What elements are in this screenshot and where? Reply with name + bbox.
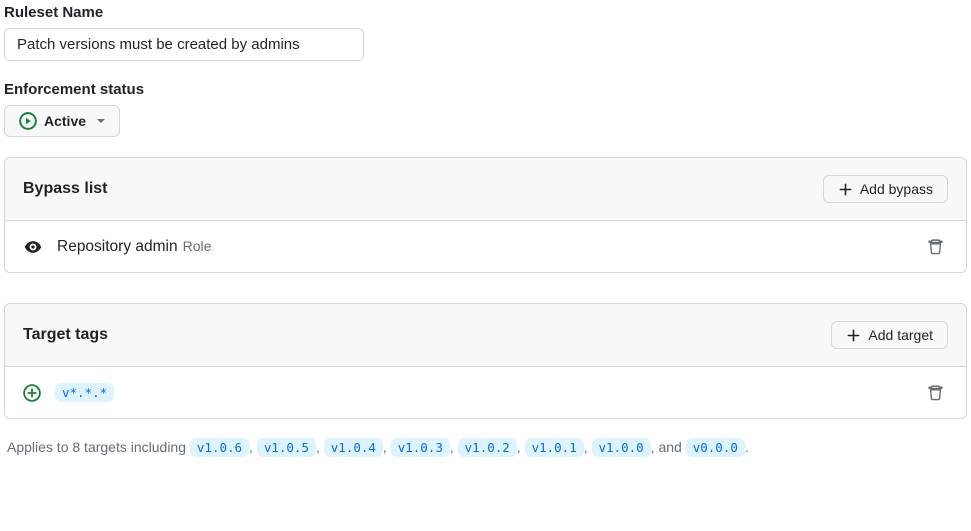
enforcement-section: Enforcement status Active bbox=[4, 81, 967, 137]
add-target-button[interactable]: Add target bbox=[831, 321, 948, 349]
bypass-panel: Bypass list Add bypass Repository adminR… bbox=[4, 157, 967, 273]
enforcement-status-text: Active bbox=[44, 113, 86, 129]
footer-tag-chip: v1.0.3 bbox=[391, 438, 450, 457]
enforcement-label: Enforcement status bbox=[4, 81, 967, 98]
targets-panel-header: Target tags Add target bbox=[5, 304, 966, 367]
delete-bypass-button[interactable] bbox=[923, 234, 948, 259]
eye-icon bbox=[23, 237, 43, 257]
target-pattern-chip[interactable]: v*.*.* bbox=[55, 383, 114, 402]
footer-tag-chip: v0.0.0 bbox=[686, 438, 745, 457]
bypass-panel-header: Bypass list Add bypass bbox=[5, 158, 966, 221]
trash-icon bbox=[927, 384, 944, 401]
delete-target-button[interactable] bbox=[923, 380, 948, 405]
bypass-item-name: Repository adminRole bbox=[57, 238, 211, 256]
ruleset-name-input[interactable] bbox=[4, 28, 364, 61]
target-row: v*.*.* bbox=[5, 367, 966, 418]
targets-footer: Applies to 8 targets including v1.0.6, v… bbox=[4, 427, 967, 468]
plus-circle-icon bbox=[23, 384, 41, 402]
footer-tag-chip: v1.0.6 bbox=[190, 438, 249, 457]
add-bypass-label: Add bypass bbox=[860, 181, 933, 197]
bypass-item-meta: Role bbox=[183, 238, 212, 254]
targets-title: Target tags bbox=[23, 326, 108, 344]
target-row-left: v*.*.* bbox=[23, 383, 114, 402]
footer-tag-chip: v1.0.2 bbox=[458, 438, 517, 457]
trash-icon bbox=[927, 238, 944, 255]
footer-tag-list: v1.0.6, v1.0.5, v1.0.4, v1.0.3, v1.0.2, … bbox=[190, 439, 749, 455]
chevron-down-icon bbox=[97, 119, 105, 123]
plus-icon bbox=[846, 328, 861, 343]
footer-tag-chip: v1.0.1 bbox=[525, 438, 584, 457]
footer-tag-chip: v1.0.5 bbox=[257, 438, 316, 457]
ruleset-name-section: Ruleset Name bbox=[4, 4, 967, 61]
bypass-row-left: Repository adminRole bbox=[23, 237, 211, 257]
ruleset-name-label: Ruleset Name bbox=[4, 4, 967, 21]
bypass-row: Repository adminRole bbox=[5, 221, 966, 272]
add-target-label: Add target bbox=[868, 327, 933, 343]
footer-tag-chip: v1.0.4 bbox=[324, 438, 383, 457]
enforcement-status-button[interactable]: Active bbox=[4, 105, 120, 137]
footer-tag-chip: v1.0.0 bbox=[592, 438, 651, 457]
targets-panel: Target tags Add target v*.*.* bbox=[4, 303, 967, 419]
play-circle-icon bbox=[19, 112, 37, 130]
footer-prefix: Applies to 8 targets including bbox=[7, 439, 186, 455]
bypass-title: Bypass list bbox=[23, 180, 107, 198]
plus-icon bbox=[838, 182, 853, 197]
add-bypass-button[interactable]: Add bypass bbox=[823, 175, 948, 203]
